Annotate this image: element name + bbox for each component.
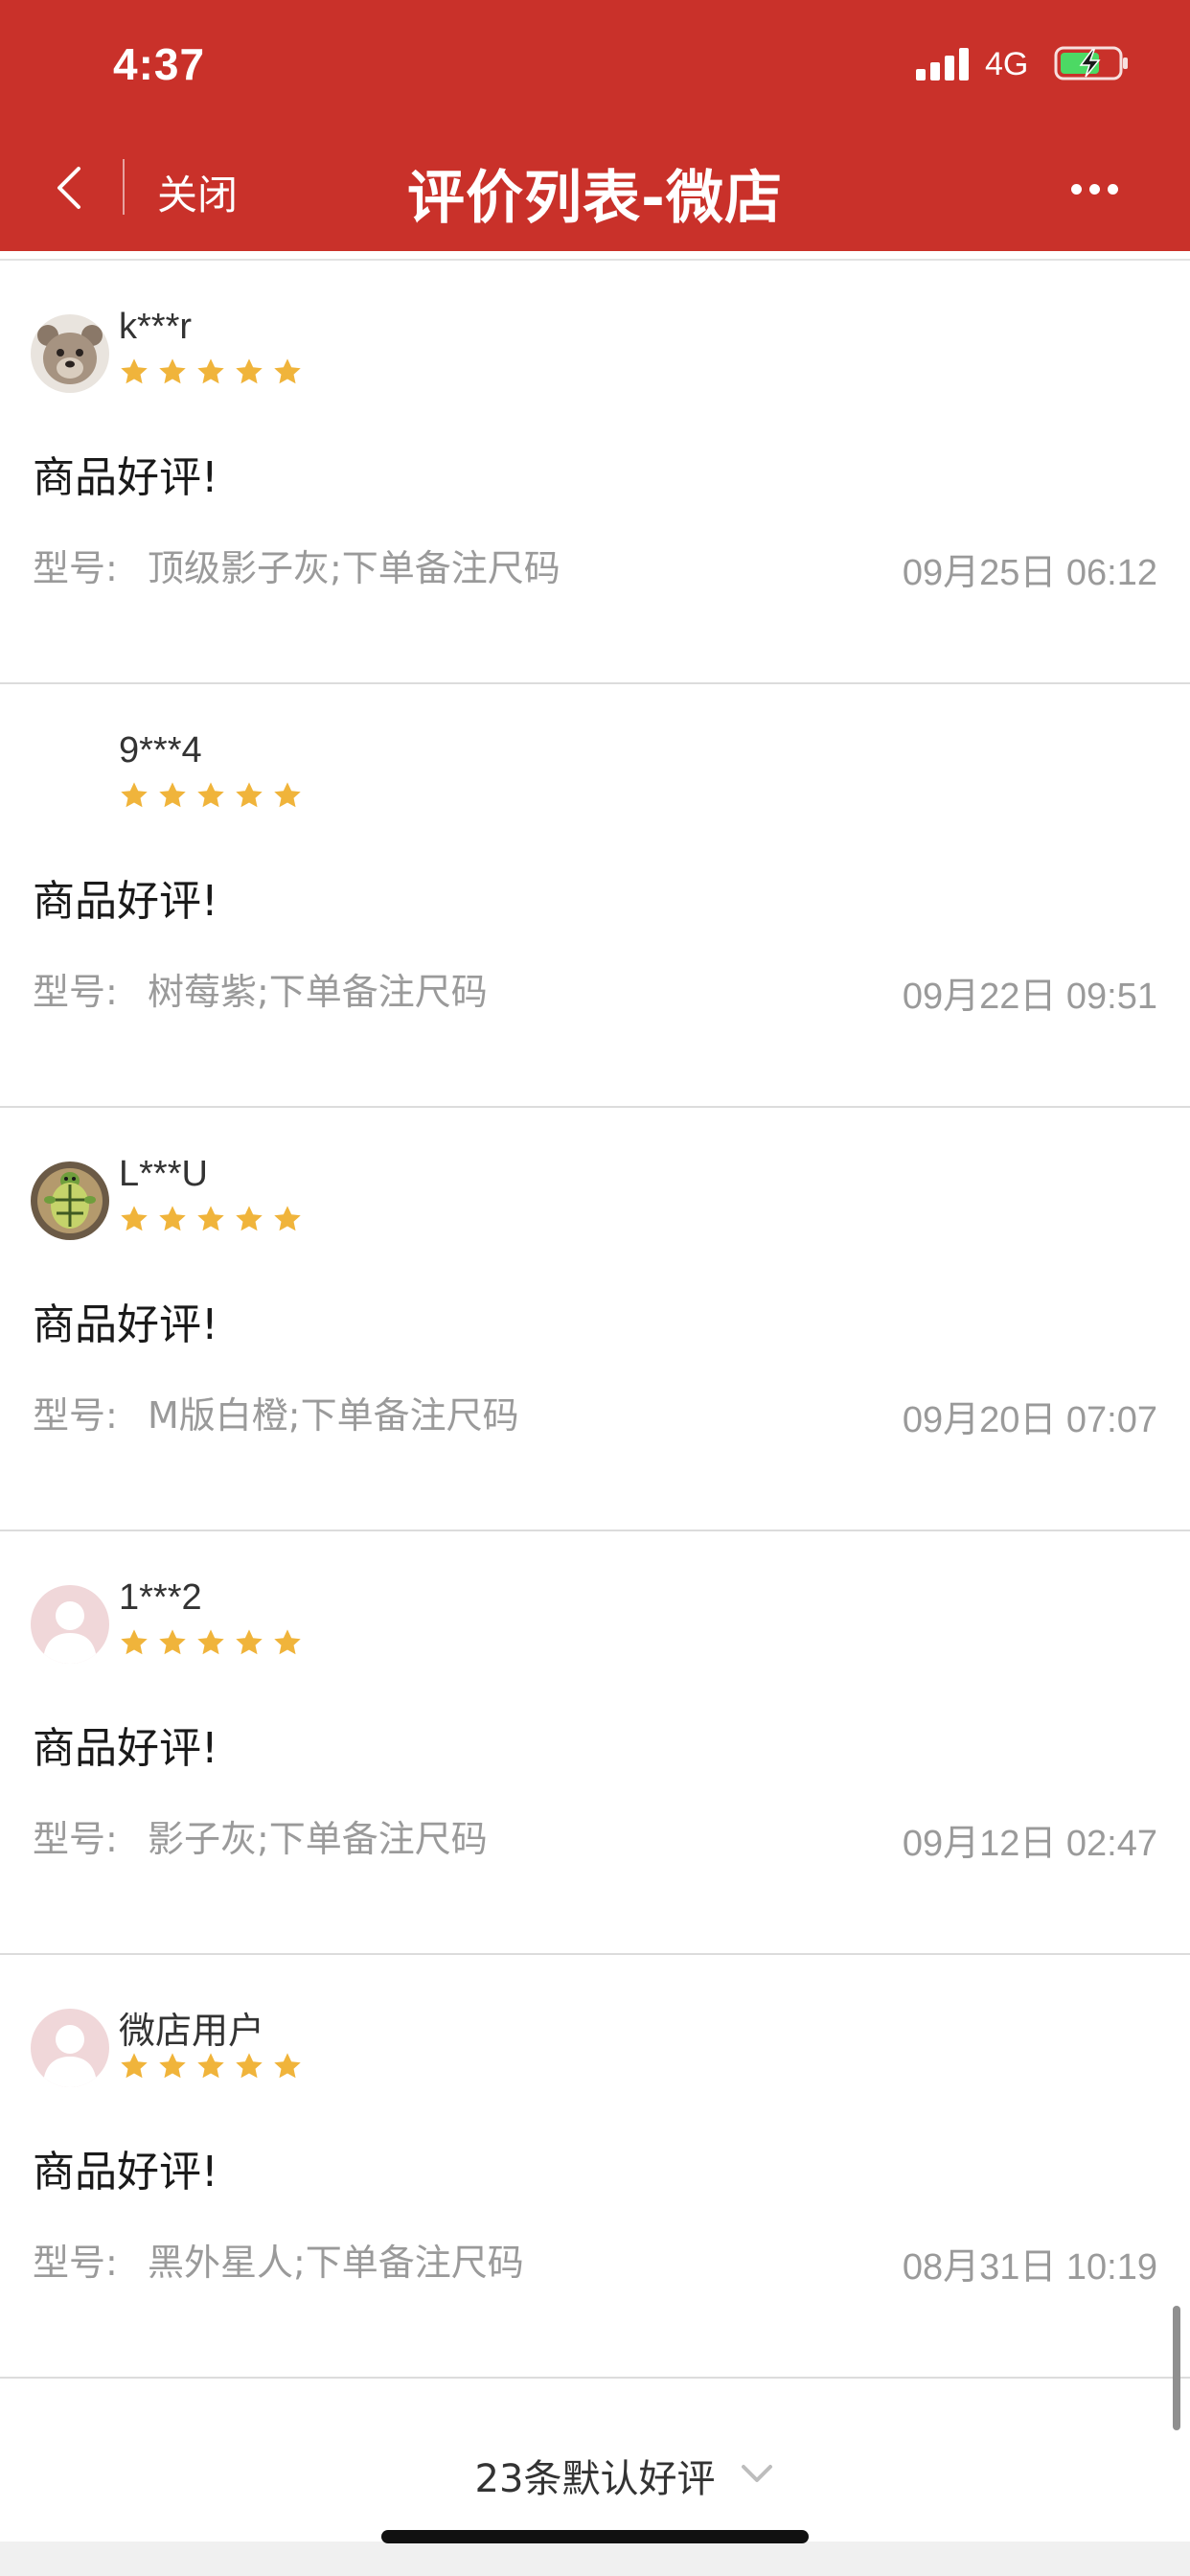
app-header: 4:37 4G 关闭 评价列表-微店 — [0, 0, 1190, 251]
star-icon — [197, 1206, 224, 1231]
rating-stars — [119, 2051, 303, 2087]
star-icon — [121, 782, 148, 808]
review-date: 09月20日 07:07 — [902, 1400, 1157, 1440]
star-icon — [121, 358, 148, 384]
star-icon — [159, 2053, 186, 2079]
star-icon — [159, 1629, 186, 1655]
spec-value: 黑外星人;下单备注尺码 — [148, 2242, 524, 2284]
spec-label: 型号: — [33, 1394, 118, 1437]
star-icon — [159, 1206, 186, 1231]
review-date: 09月22日 09:51 — [902, 977, 1157, 1017]
review-item: 1***2 商品好评! 型号: 影子灰;下单备注尺码 09月12日 02:47 — [0, 1531, 1190, 1955]
star-icon — [197, 358, 224, 384]
star-icon — [121, 2053, 148, 2079]
rating-stars — [119, 780, 303, 816]
spec-label: 型号: — [33, 1818, 118, 1860]
review-item: k***r 商品好评! 型号: 顶级影子灰;下单备注尺码 09月25日 06:1… — [0, 261, 1190, 684]
bottom-safe-area — [0, 2542, 1190, 2576]
status-time: 4:37 — [113, 39, 206, 89]
spec-value: 影子灰;下单备注尺码 — [148, 1818, 488, 1860]
reviewer-name: L***U — [119, 1154, 208, 1194]
rating-stars — [119, 1627, 303, 1664]
review-item: L***U 商品好评! 型号: M版白橙;下单备注尺码 09月20日 07:07 — [0, 1108, 1190, 1531]
turtle-avatar — [31, 1162, 109, 1240]
home-indicator[interactable] — [381, 2530, 809, 2543]
review-date: 08月31日 10:19 — [902, 2247, 1157, 2288]
rating-stars — [119, 356, 303, 393]
review-text: 商品好评! — [33, 453, 218, 502]
star-icon — [236, 358, 263, 384]
review-text: 商品好评! — [33, 1724, 218, 1773]
reviewer-name: 微店用户 — [119, 2012, 265, 2052]
star-icon — [197, 2053, 224, 2079]
star-icon — [159, 782, 186, 808]
star-icon — [121, 1629, 148, 1655]
more-dots-icon[interactable] — [1071, 184, 1119, 196]
review-item: 微店用户 商品好评! 型号: 黑外星人;下单备注尺码 08月31日 10:19 — [0, 1955, 1190, 2379]
rating-stars — [119, 1204, 303, 1240]
chevron-down-icon — [742, 2465, 772, 2482]
star-icon — [197, 782, 224, 808]
star-icon — [274, 1206, 301, 1231]
default-avatar — [31, 2009, 109, 2087]
page-title: 评价列表-微店 — [407, 165, 783, 232]
review-text: 商品好评! — [33, 877, 218, 926]
star-icon — [236, 782, 263, 808]
star-icon — [236, 2053, 263, 2079]
star-icon — [121, 1206, 148, 1231]
star-icon — [274, 782, 301, 808]
star-icon — [236, 1206, 263, 1231]
review-text: 商品好评! — [33, 1300, 218, 1349]
star-icon — [274, 1629, 301, 1655]
star-icon — [236, 1629, 263, 1655]
star-icon — [197, 1629, 224, 1655]
spec-label: 型号: — [33, 547, 118, 589]
review-list: k***r 商品好评! 型号: 顶级影子灰;下单备注尺码 09月25日 06:1… — [0, 261, 1190, 2379]
spec-label: 型号: — [33, 2242, 118, 2284]
signal-bars-icon — [916, 48, 970, 80]
review-item: 9***4 商品好评! 型号: 树莓紫;下单备注尺码 09月22日 09:51 — [0, 684, 1190, 1108]
bear-avatar — [31, 314, 109, 393]
star-icon — [274, 2053, 301, 2079]
review-text: 商品好评! — [33, 2148, 218, 2196]
reviewer-name: 1***2 — [119, 1577, 202, 1618]
default-reviews-toggle[interactable]: 23条默认好评 — [0, 2394, 1190, 2543]
reviewer-name: k***r — [119, 307, 193, 347]
spec-value: 树莓紫;下单备注尺码 — [148, 971, 488, 1013]
network-label: 4G — [985, 46, 1029, 82]
spec-value: 顶级影子灰;下单备注尺码 — [148, 547, 561, 589]
default-reviews-label: 23条默认好评 — [474, 2457, 716, 2501]
review-date: 09月12日 02:47 — [902, 1824, 1157, 1864]
battery-charging-icon — [1054, 46, 1128, 80]
review-date: 09月25日 06:12 — [902, 553, 1157, 593]
spec-value: M版白橙;下单备注尺码 — [148, 1394, 519, 1437]
scrollbar[interactable] — [1173, 2306, 1180, 2430]
reviewer-name: 9***4 — [119, 730, 202, 770]
default-avatar — [31, 1585, 109, 1664]
star-icon — [274, 358, 301, 384]
spec-label: 型号: — [33, 971, 118, 1013]
star-icon — [159, 358, 186, 384]
